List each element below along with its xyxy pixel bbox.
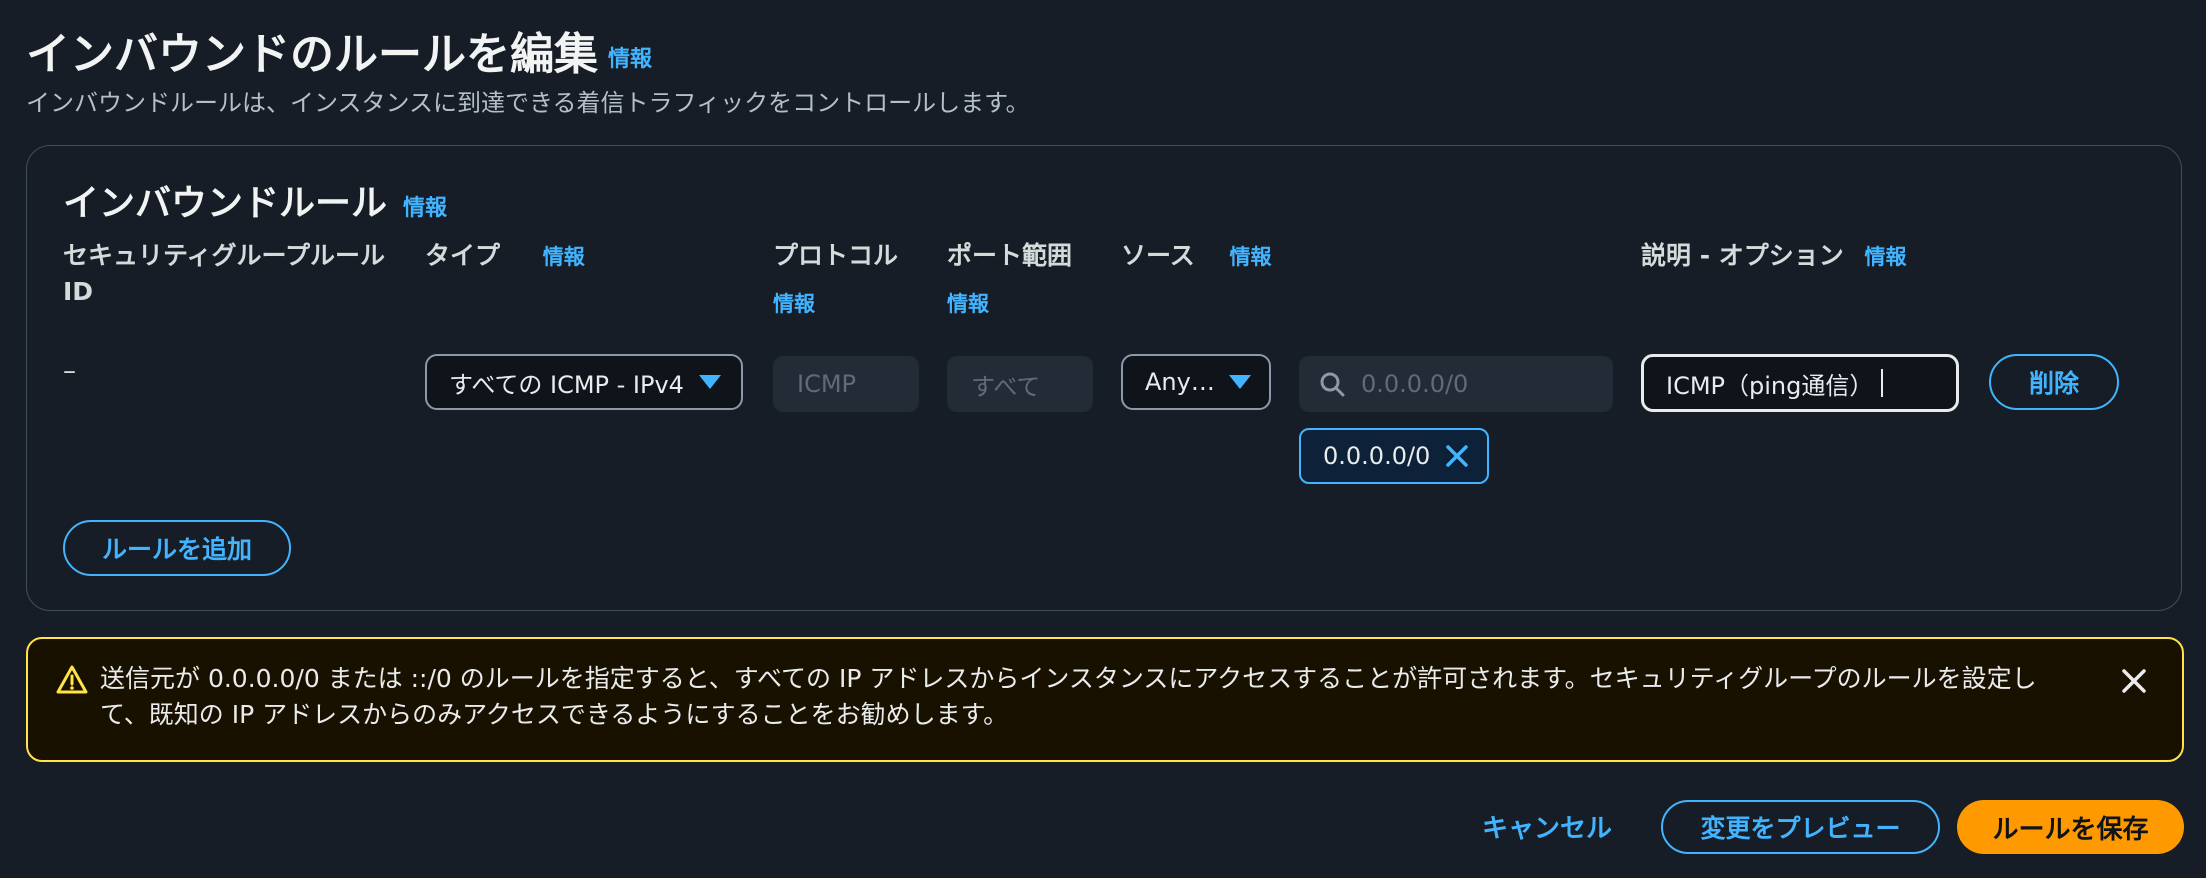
page-title-text: インバウンドのルールを編集 <box>26 29 598 80</box>
rule-id-value: – <box>63 356 76 386</box>
close-icon[interactable] <box>2120 667 2148 695</box>
source-token-label: 0.0.0.0/0 <box>1323 442 1431 470</box>
col-source-info-link[interactable]: 情報 <box>1229 245 1271 269</box>
cancel-button[interactable]: キャンセル <box>1482 808 1612 845</box>
port-range-field: すべて <box>947 356 1093 412</box>
col-description-label: 説明 - オプション <box>1641 241 1844 270</box>
col-port-range: ポート範囲 情報 <box>947 238 1072 322</box>
protocol-field: ICMP <box>773 356 919 412</box>
warning-alert: 送信元が 0.0.0.0/0 または ::/0 のルールを指定すると、すべての … <box>26 637 2184 762</box>
preview-changes-button[interactable]: 変更をプレビュー <box>1661 800 1940 854</box>
col-port-range-info-link[interactable]: 情報 <box>947 286 1072 322</box>
page-description: インバウンドルールは、インスタンスに到達できる着信トラフィックをコントロールしま… <box>26 89 1030 117</box>
save-rules-button[interactable]: ルールを保存 <box>1957 800 2184 854</box>
warning-icon <box>56 665 88 694</box>
col-rule-id: セキュリティグループルール ID <box>63 238 385 310</box>
col-description-info-link[interactable]: 情報 <box>1865 245 1907 269</box>
description-input-value: ICMP（ping通信） <box>1666 371 1874 400</box>
search-icon <box>1320 372 1345 397</box>
col-type-label: タイプ <box>425 241 501 270</box>
page-info-link[interactable]: 情報 <box>608 47 652 72</box>
caret-down-icon <box>699 375 721 389</box>
type-select-value: すべての ICMP - IPv4 <box>449 370 684 399</box>
remove-token-icon[interactable] <box>1444 443 1470 469</box>
source-search-placeholder: 0.0.0.0/0 <box>1361 370 1469 398</box>
col-rule-id-label: セキュリティグループルール <box>63 241 386 270</box>
panel-info-link[interactable]: 情報 <box>403 196 447 221</box>
col-type-info-link[interactable]: 情報 <box>543 245 585 269</box>
warning-alert-text: 送信元が 0.0.0.0/0 または ::/0 のルールを指定すると、すべての … <box>100 664 2037 729</box>
col-port-range-label: ポート範囲 <box>947 241 1073 270</box>
col-source-label: ソース <box>1121 241 1195 270</box>
caret-down-icon <box>1229 375 1251 389</box>
delete-rule-button[interactable]: 削除 <box>1989 354 2119 410</box>
col-description: 説明 - オプション 情報 <box>1641 238 1907 275</box>
add-rule-button[interactable]: ルールを追加 <box>63 520 291 576</box>
panel-title-text: インバウンドルール <box>63 183 388 224</box>
source-select[interactable]: Anywhere-IPv4 <box>1121 354 1271 410</box>
source-search-input[interactable]: 0.0.0.0/0 <box>1299 356 1613 412</box>
col-protocol: プロトコル 情報 <box>773 238 898 322</box>
source-token: 0.0.0.0/0 <box>1299 428 1489 484</box>
description-input[interactable]: ICMP（ping通信） <box>1641 354 1959 412</box>
text-cursor <box>1881 369 1884 397</box>
page-title: インバウンドのルールを編集 情報 <box>26 18 652 82</box>
inbound-rules-panel: インバウンドルール 情報 セキュリティグループルール ID タイプ 情報 プロトコ… <box>26 145 2182 611</box>
panel-title: インバウンドルール 情報 <box>63 174 447 226</box>
col-protocol-info-link[interactable]: 情報 <box>773 286 898 322</box>
type-select[interactable]: すべての ICMP - IPv4 <box>425 354 743 410</box>
col-type: タイプ 情報 <box>425 238 585 275</box>
col-rule-id-label-2: ID <box>63 277 94 306</box>
source-select-value: Anywhere-IPv4 <box>1145 368 1219 396</box>
col-protocol-label: プロトコル <box>773 241 899 270</box>
col-source: ソース 情報 <box>1121 238 1271 275</box>
